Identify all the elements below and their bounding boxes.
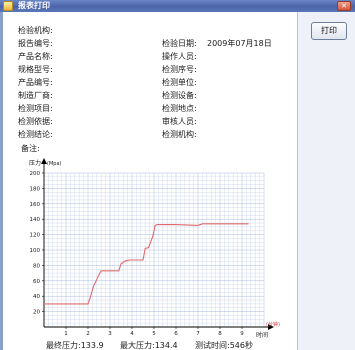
close-button[interactable]: ✕ [337,1,351,11]
y-tick-label: 160 [30,202,41,208]
print-button[interactable]: 打印 [311,22,347,40]
y-tick-label: 200 [30,171,41,177]
y-tick-label: 40 [33,294,40,300]
x-tick-label: 7 [196,331,200,337]
y-tick-label: 180 [30,186,41,192]
x-tick-label: 3 [108,331,112,337]
y-tick-label: 80 [33,263,40,269]
stat-max-pressure: 最大压力:134.4 [120,341,178,350]
stat-min-pressure: 最终压力:133.9 [46,341,104,350]
x-tick-label: 4 [130,331,134,337]
y-axis-unit: (Mpa) [47,161,62,167]
x-tick-label: 8 [218,331,222,337]
stat-test-time: 测试时间:546秒 [195,341,253,350]
x-tick-label: 2 [86,331,90,337]
y-axis-label: 压力 [29,159,41,167]
y-tick-label: 120 [30,233,41,239]
x-axis-label: 时间 [256,331,268,339]
pressure-chart: 20 40 60 80 100 120 140 160 180 200 1 2 3 4 5 6 7 8 9 压力 (Mp… [29,158,280,339]
x-tick-label: 5 [152,331,156,337]
x-tick-label: 6 [174,331,178,337]
y-tick-label: 100 [30,248,41,254]
y-tick-label: 140 [30,217,41,223]
y-tick-label: 20 [33,310,40,316]
x-tick-label: 1 [64,331,68,337]
x-axis-unit: (分钟) [266,321,280,328]
y-tick-label: 60 [33,279,40,285]
x-tick-label: 9 [240,331,244,337]
